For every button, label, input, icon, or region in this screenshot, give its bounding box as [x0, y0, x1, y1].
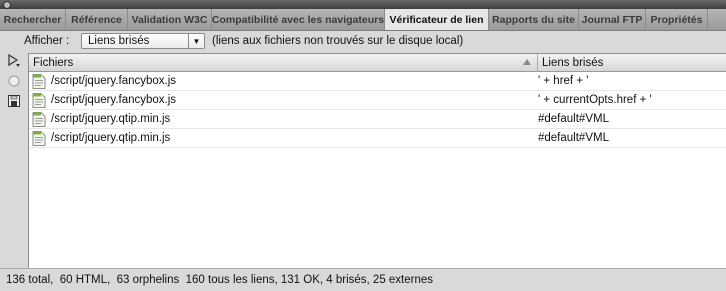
tab-reference[interactable]: Référence [66, 9, 128, 30]
show-hint: (liens aux fichiers non trouvés sur le d… [212, 35, 464, 47]
tab-site-reports[interactable]: Rapports du site [489, 9, 579, 30]
tab-label: Rapports du site [492, 13, 575, 26]
table-header: Fichiers Liens brisés [29, 54, 726, 72]
play-dropdown-icon[interactable] [7, 54, 21, 68]
tab-label: Référence [71, 13, 122, 26]
file-path: /script/jquery.fancybox.js [51, 94, 177, 106]
table-row[interactable]: /script/jquery.qtip.min.js #default#VML [29, 129, 726, 148]
tab-label: Compatibilité avec les navigateurs [211, 13, 385, 26]
tab-link-checker[interactable]: Vérificateur de lien [385, 9, 489, 30]
results-table: Fichiers Liens brisés /script/jquery.fan… [28, 53, 726, 268]
results-tab-bar: Rechercher Référence Validation W3C Comp… [0, 9, 726, 31]
left-toolbar [0, 53, 28, 268]
status-bar: 136 total, 60 HTML, 63 orphelins 160 tou… [0, 268, 726, 291]
tab-properties[interactable]: Propriétés [646, 9, 708, 30]
table-row[interactable]: /script/jquery.qtip.min.js #default#VML [29, 110, 726, 129]
status-summary: 136 total, 60 HTML, 63 orphelins 160 tou… [6, 274, 434, 286]
broken-link[interactable]: ' + currentOpts.href + ' [538, 94, 652, 106]
tab-ftp-log[interactable]: Journal FTP [579, 9, 646, 30]
broken-link[interactable]: #default#VML [538, 132, 609, 144]
file-path: /script/jquery.qtip.min.js [51, 132, 171, 144]
tab-label: Rechercher [3, 13, 62, 26]
panel-titlebar [0, 0, 726, 9]
tab-rechercher[interactable]: Rechercher [0, 9, 66, 30]
table-row[interactable]: /script/jquery.fancybox.js ' + href + ' [29, 72, 726, 91]
link-checker-toolbar: Afficher : Liens brisés ▼ (liens aux fic… [0, 31, 726, 53]
column-header-files[interactable]: Fichiers [33, 57, 73, 69]
broken-link[interactable]: #default#VML [538, 113, 609, 125]
js-file-icon [32, 93, 46, 108]
tab-browser-compatibility[interactable]: Compatibilité avec les navigateurs [212, 9, 385, 30]
tab-label: Journal FTP [581, 13, 643, 26]
show-label: Afficher : [24, 35, 70, 47]
table-row[interactable]: /script/jquery.fancybox.js ' + currentOp… [29, 91, 726, 110]
js-file-icon [32, 74, 46, 89]
column-header-broken-links[interactable]: Liens brisés [542, 57, 603, 69]
js-file-icon [32, 131, 46, 146]
tab-label: Vérificateur de lien [389, 13, 484, 26]
show-select[interactable]: Liens brisés ▼ [81, 33, 205, 49]
column-divider[interactable] [537, 54, 538, 72]
file-path: /script/jquery.qtip.min.js [51, 113, 171, 125]
circle-icon[interactable] [7, 74, 21, 88]
broken-link[interactable]: ' + href + ' [538, 75, 588, 87]
tab-label: Validation W3C [131, 13, 208, 26]
tab-label: Propriétés [650, 13, 703, 26]
save-report-icon[interactable] [7, 94, 21, 108]
tab-validation-w3c[interactable]: Validation W3C [128, 9, 212, 30]
js-file-icon [32, 112, 46, 127]
file-path: /script/jquery.fancybox.js [51, 75, 177, 87]
close-icon[interactable] [3, 1, 11, 9]
show-select-value: Liens brisés [88, 35, 150, 47]
sort-ascending-icon[interactable] [523, 59, 531, 65]
tab-bar-filler [708, 9, 726, 30]
chevron-down-icon[interactable]: ▼ [188, 34, 204, 48]
